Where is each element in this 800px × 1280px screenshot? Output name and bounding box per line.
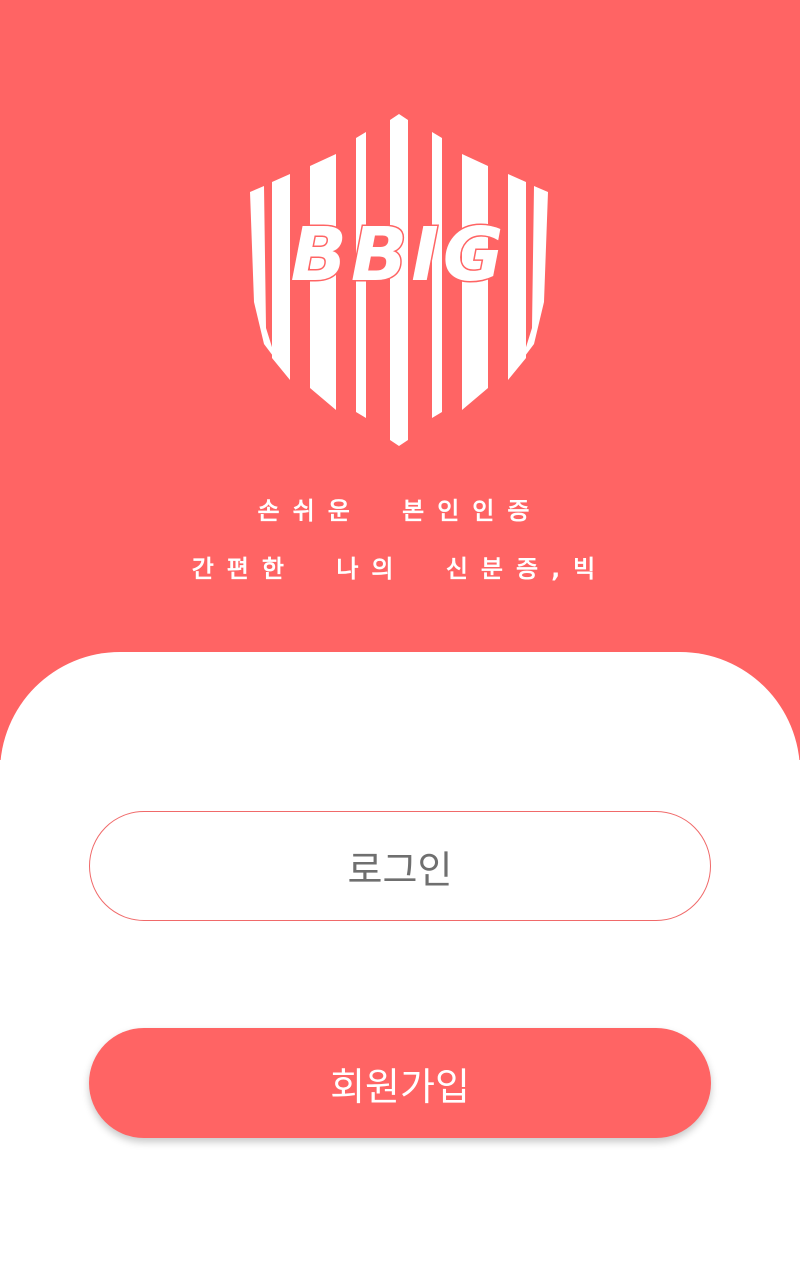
tagline-secondary: 간편한 나의 신분증,빅: [191, 555, 609, 583]
logo-text: BBIG: [290, 212, 507, 298]
signup-button-label: 회원가입: [330, 1064, 470, 1109]
signup-button[interactable]: 회원가입: [89, 1028, 711, 1138]
auth-panel: [0, 652, 800, 1280]
login-button[interactable]: 로그인: [89, 811, 711, 921]
login-button-label: 로그인: [347, 847, 453, 892]
tagline-primary: 손쉬운 본인인증: [257, 497, 543, 525]
app-screen: BBIG 손쉬운 본인인증 간편한 나의 신분증,빅 로그인 회원가입: [0, 0, 800, 1280]
striped-shield-logo-icon: BBIG: [250, 114, 548, 446]
brand-header: BBIG 손쉬운 본인인증 간편한 나의 신분증,빅: [0, 0, 800, 760]
